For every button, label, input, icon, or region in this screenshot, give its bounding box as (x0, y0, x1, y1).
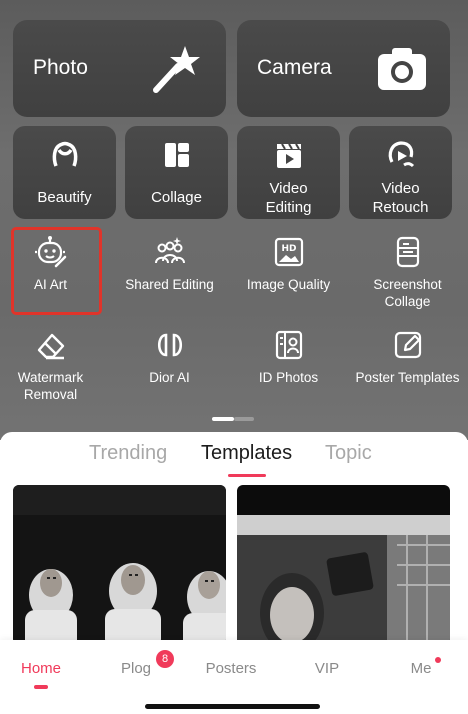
poster-edit-icon (394, 331, 421, 359)
nav-home-indicator (34, 685, 48, 689)
nav-vip[interactable]: VIP (287, 660, 367, 677)
space-station-photo (237, 485, 450, 645)
camera-card[interactable]: Camera (237, 20, 450, 117)
nav-me[interactable]: Me (381, 660, 461, 677)
video-editing-label-2: Editing (265, 199, 312, 216)
video-retouch-label-2: Retouch (372, 199, 429, 216)
dior-logo-icon (157, 333, 182, 357)
video-retouch-icon (388, 141, 414, 168)
eraser-icon (37, 333, 64, 360)
ai-art-highlight-box (11, 227, 102, 315)
home-indicator-bar (145, 704, 320, 709)
clapperboard-icon (276, 143, 301, 168)
video-retouch-label-1: Video (381, 180, 420, 197)
tools-panel: Photo Camera Beautify Collage Video Edit… (0, 0, 468, 440)
poster-templates-label: Poster Templates (355, 370, 460, 385)
me-notification-dot (435, 657, 441, 663)
page-indicator-active (212, 417, 234, 421)
image-quality-label: Image Quality (246, 277, 331, 292)
video-retouch-card[interactable]: Video Retouch (349, 126, 452, 219)
watermark-removal-label-1: Watermark (17, 370, 84, 385)
camera-icon (378, 48, 426, 90)
active-tab-underline (228, 474, 266, 477)
photo-label: Photo (33, 56, 88, 79)
dior-ai-tool[interactable]: Dior AI (111, 328, 228, 386)
magic-wand-icon (153, 46, 200, 93)
collage-label: Collage (151, 189, 202, 206)
page-indicator-inactive (234, 417, 254, 421)
nav-posters[interactable]: Posters (191, 660, 271, 677)
id-card-icon (275, 330, 302, 360)
svg-text:HD: HD (281, 244, 296, 254)
plog-badge: 8 (156, 650, 174, 668)
image-quality-tool[interactable]: HD Image Quality (230, 235, 347, 293)
beautify-label: Beautify (37, 189, 92, 206)
watermark-removal-tool[interactable]: Watermark Removal (0, 328, 109, 403)
video-editing-card[interactable]: Video Editing (237, 126, 340, 219)
bottom-nav: Home Plog 8 Posters VIP Me (0, 640, 468, 714)
photo-card[interactable]: Photo (13, 20, 226, 117)
nav-home[interactable]: Home (1, 660, 81, 677)
screenshot-collage-tool[interactable]: Screenshot Collage (349, 235, 466, 310)
template-thumbnail-astronauts[interactable] (13, 485, 226, 645)
shared-editing-tool[interactable]: Shared Editing (111, 235, 228, 293)
tab-topic[interactable]: Topic (325, 442, 372, 465)
screenshot-collage-icon (396, 236, 419, 268)
camera-label: Camera (257, 56, 332, 79)
collage-grid-icon (164, 143, 189, 167)
tab-trending[interactable]: Trending (89, 442, 167, 465)
beautify-face-icon (52, 141, 77, 167)
dior-ai-label: Dior AI (149, 370, 190, 385)
tab-templates[interactable]: Templates (201, 442, 292, 465)
id-photos-tool[interactable]: ID Photos (230, 328, 347, 386)
video-editing-label-1: Video (269, 180, 308, 197)
collage-card[interactable]: Collage (125, 126, 228, 219)
page-indicator (212, 417, 254, 421)
shared-editing-people-icon (154, 237, 185, 264)
beautify-card[interactable]: Beautify (13, 126, 116, 219)
screenshot-collage-label-1: Screenshot (373, 277, 442, 292)
astronauts-photo (13, 485, 226, 645)
shared-editing-label: Shared Editing (125, 277, 214, 292)
watermark-removal-label-2: Removal (23, 387, 78, 402)
template-thumbnail-space-station[interactable] (237, 485, 450, 645)
hd-image-icon: HD (274, 237, 303, 267)
id-photos-label: ID Photos (258, 370, 319, 385)
screenshot-collage-label-2: Collage (384, 294, 431, 309)
poster-templates-tool[interactable]: Poster Templates (349, 328, 466, 386)
